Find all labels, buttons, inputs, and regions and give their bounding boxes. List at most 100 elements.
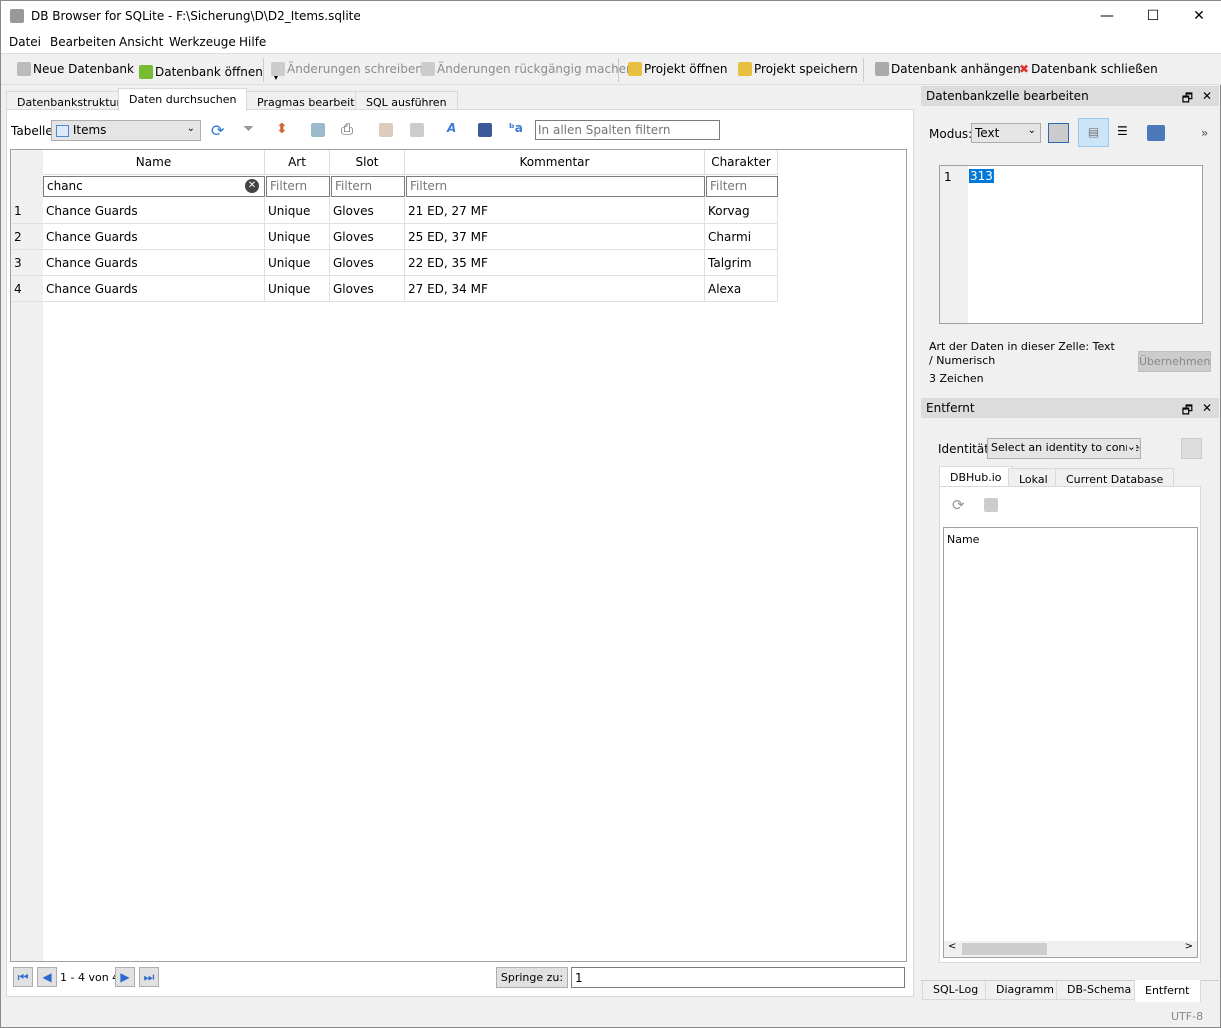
menu-bearbeiten[interactable]: Bearbeiten xyxy=(50,35,116,49)
filter-charakter-input[interactable]: Filtern xyxy=(706,176,778,197)
column-header-name[interactable]: Name xyxy=(43,150,265,175)
tab-current-database[interactable]: Current Database xyxy=(1055,468,1175,487)
more-icon[interactable]: » xyxy=(1201,126,1208,140)
column-header-art[interactable]: Art xyxy=(265,150,330,175)
menu-hilfe[interactable]: Hilfe xyxy=(239,35,266,49)
save-project-button[interactable]: Projekt speichern xyxy=(738,62,858,76)
scroll-right-icon[interactable]: > xyxy=(1185,941,1193,952)
filter-kommentar-input[interactable]: Filtern xyxy=(406,176,705,197)
table-cell[interactable]: 22 ED, 35 MF xyxy=(405,250,705,276)
table-cell[interactable]: Talgrim xyxy=(705,250,778,276)
table-select[interactable]: Items ⌄ xyxy=(51,120,201,141)
next-page-icon[interactable]: ▶ xyxy=(115,967,135,987)
connect-icon[interactable] xyxy=(1181,438,1202,459)
minimize-button[interactable]: — xyxy=(1084,1,1130,31)
table-cell[interactable]: Unique xyxy=(265,276,330,302)
attach-database-button[interactable]: Datenbank anhängen xyxy=(875,62,1021,76)
revert-changes-button[interactable]: Änderungen rückgängig machen xyxy=(421,62,634,76)
table-cell[interactable]: Gloves xyxy=(330,276,405,302)
sort-reset-icon[interactable]: ⬍ xyxy=(276,121,288,137)
menu-ansicht[interactable]: Ansicht xyxy=(119,35,163,49)
cell-editor-text[interactable]: 1 313 xyxy=(939,165,1203,324)
apply-button[interactable]: Übernehmen xyxy=(1138,351,1211,372)
indent-icon[interactable]: ☰ xyxy=(1117,124,1128,138)
tab-sql-log[interactable]: SQL-Log xyxy=(922,981,990,1000)
filter-name-input[interactable]: chanc ✕ xyxy=(43,176,265,197)
row-number[interactable]: 1 xyxy=(11,198,43,224)
table-cell[interactable]: Korvag xyxy=(705,198,778,224)
new-database-button[interactable]: Neue Datenbank xyxy=(17,62,134,76)
clear-icon[interactable]: ✕ xyxy=(245,179,259,193)
remote-file-list[interactable]: Name < > xyxy=(943,527,1198,958)
tab-database-structure[interactable]: Datenbankstruktur xyxy=(6,91,133,111)
tab-entfernt[interactable]: Entfernt xyxy=(1134,980,1201,1002)
float-icon[interactable]: 🗗 xyxy=(1182,89,1193,110)
tab-sql[interactable]: SQL ausführen xyxy=(355,91,458,111)
table-cell[interactable]: Unique xyxy=(265,250,330,276)
write-changes-button[interactable]: Änderungen schreiben xyxy=(271,62,423,76)
close-button[interactable]: ✕ xyxy=(1176,1,1221,31)
close-database-button[interactable]: ✖ Datenbank schließen xyxy=(1019,62,1158,76)
scroll-left-icon[interactable]: < xyxy=(948,941,956,952)
menu-datei[interactable]: Datei xyxy=(9,35,41,49)
print-icon[interactable]: ⎙ xyxy=(341,120,353,138)
row-number[interactable]: 2 xyxy=(11,224,43,250)
refresh-icon[interactable]: ⟳ xyxy=(211,121,224,140)
filter-art-input[interactable]: Filtern xyxy=(266,176,330,197)
tab-browse-data[interactable]: Daten durchsuchen xyxy=(118,88,248,111)
table-cell[interactable]: 21 ED, 27 MF xyxy=(405,198,705,224)
row-number[interactable]: 3 xyxy=(11,250,43,276)
delete-record-icon[interactable] xyxy=(410,123,424,137)
table-cell[interactable]: Chance Guards xyxy=(43,276,265,302)
menu-werkzeuge[interactable]: Werkzeuge xyxy=(169,35,236,49)
filter-slot-input[interactable]: Filtern xyxy=(331,176,405,197)
mode-select[interactable]: Text ⌄ xyxy=(971,123,1041,143)
auto-format-icon[interactable] xyxy=(1048,123,1069,143)
identity-select[interactable]: Select an identity to connec ⌄ xyxy=(987,438,1141,459)
table-cell[interactable]: Gloves xyxy=(330,250,405,276)
table-cell[interactable]: Chance Guards xyxy=(43,224,265,250)
table-cell[interactable]: Unique xyxy=(265,198,330,224)
horizontal-scrollbar[interactable]: < > xyxy=(944,941,1197,957)
tab-lokal[interactable]: Lokal xyxy=(1008,468,1059,487)
tab-db-schema[interactable]: DB-Schema xyxy=(1056,981,1143,1000)
table-cell[interactable]: Gloves xyxy=(330,198,405,224)
word-wrap-icon[interactable]: ▤ xyxy=(1078,118,1109,147)
table-cell[interactable]: Chance Guards xyxy=(43,250,265,276)
clear-filters-icon[interactable]: ⏷ xyxy=(243,121,254,137)
close-icon[interactable]: ✕ xyxy=(1202,89,1212,103)
column-header-charakter[interactable]: Charakter xyxy=(705,150,778,175)
maximize-button[interactable]: ☐ xyxy=(1130,1,1176,31)
table-cell[interactable]: 25 ED, 37 MF xyxy=(405,224,705,250)
row-number[interactable]: 4 xyxy=(11,276,43,302)
last-page-icon[interactable]: ⏭ xyxy=(139,967,159,987)
column-header-kommentar[interactable]: Kommentar xyxy=(405,150,705,175)
first-page-icon[interactable]: ⏮ xyxy=(13,967,33,987)
table-cell[interactable]: Alexa xyxy=(705,276,778,302)
table-cell[interactable]: Charmi xyxy=(705,224,778,250)
refresh-icon[interactable]: ⟳ xyxy=(952,496,965,514)
font-icon[interactable]: A xyxy=(447,121,456,135)
goto-button[interactable]: Springe zu: xyxy=(496,967,568,988)
table-cell[interactable]: 27 ED, 34 MF xyxy=(405,276,705,302)
clone-db-icon[interactable] xyxy=(984,498,998,512)
import-export-icon[interactable] xyxy=(1147,125,1165,141)
cell-value[interactable]: 313 xyxy=(969,169,994,183)
open-project-button[interactable]: Projekt öffnen xyxy=(628,62,727,76)
insert-record-icon[interactable] xyxy=(379,123,393,137)
goto-input[interactable] xyxy=(571,967,905,988)
open-database-button[interactable]: Datenbank öffnen ▼ xyxy=(139,62,279,81)
table-cell[interactable]: Chance Guards xyxy=(43,198,265,224)
replace-icon[interactable]: ᵇa xyxy=(509,121,523,135)
close-icon[interactable]: ✕ xyxy=(1202,401,1212,415)
find-icon[interactable] xyxy=(478,123,492,137)
scrollbar-thumb[interactable] xyxy=(962,943,1047,955)
filter-all-columns-input[interactable] xyxy=(535,120,720,140)
tab-dbhub[interactable]: DBHub.io xyxy=(939,466,1013,487)
tab-diagramm[interactable]: Diagramm xyxy=(985,981,1065,1000)
table-cell[interactable]: Gloves xyxy=(330,224,405,250)
table-cell[interactable]: Unique xyxy=(265,224,330,250)
column-header-slot[interactable]: Slot xyxy=(330,150,405,175)
prev-page-icon[interactable]: ◀ xyxy=(37,967,57,987)
save-table-icon[interactable] xyxy=(311,123,325,137)
